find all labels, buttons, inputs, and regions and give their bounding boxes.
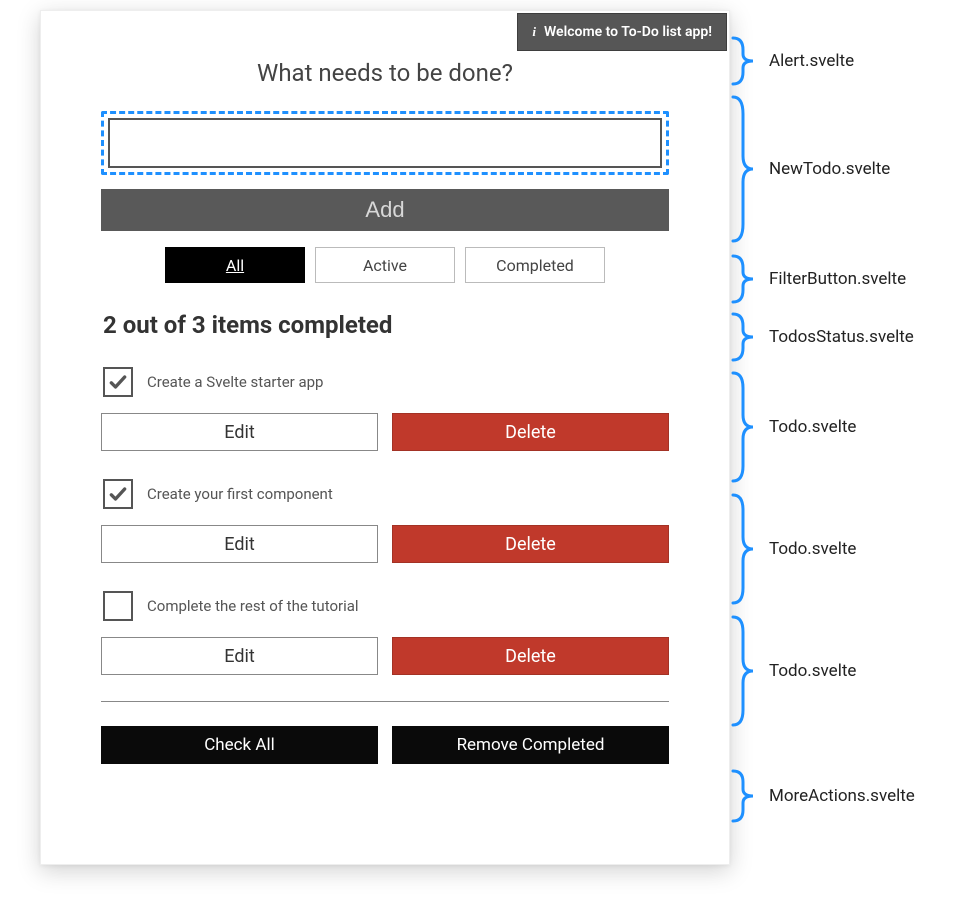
todo-label: Complete the rest of the tutorial xyxy=(147,597,359,615)
annotation-todo: Todo.svelte xyxy=(731,492,856,606)
annotation-newtodo: NewTodo.svelte xyxy=(731,94,890,244)
bracket-icon xyxy=(731,94,763,244)
new-todo-prompt: What needs to be done? xyxy=(101,39,669,87)
filter-active[interactable]: Active xyxy=(315,247,455,283)
bracket-icon xyxy=(731,370,763,484)
remove-completed-button[interactable]: Remove Completed xyxy=(392,726,669,764)
delete-button[interactable]: Delete xyxy=(392,413,669,451)
annotation-label: Alert.svelte xyxy=(769,51,854,71)
annotation-moreactions: MoreActions.svelte xyxy=(731,768,915,824)
edit-button[interactable]: Edit xyxy=(101,637,378,675)
filter-group: All Active Completed xyxy=(101,247,669,283)
new-todo-input[interactable] xyxy=(108,118,662,168)
todos-status: 2 out of 3 items completed xyxy=(101,311,669,339)
annotation-label: Todo.svelte xyxy=(769,417,856,437)
annotation-todo: Todo.svelte xyxy=(731,614,856,728)
check-icon xyxy=(108,372,128,392)
todo-checkbox[interactable] xyxy=(103,479,133,509)
edit-button[interactable]: Edit xyxy=(101,525,378,563)
annotation-label: TodosStatus.svelte xyxy=(769,327,914,347)
todo-checkbox[interactable] xyxy=(103,367,133,397)
annotation-label: Todo.svelte xyxy=(769,661,856,681)
bracket-icon xyxy=(731,312,763,362)
separator xyxy=(101,701,669,702)
info-icon: i xyxy=(532,24,536,40)
annotation-alert: Alert.svelte xyxy=(731,36,854,86)
annotation-filterbutton: FilterButton.svelte xyxy=(731,254,906,304)
check-icon xyxy=(108,484,128,504)
todo-item: Create a Svelte starter app Edit Delete xyxy=(101,367,669,451)
bracket-icon xyxy=(731,614,763,728)
annotation-todo: Todo.svelte xyxy=(731,370,856,484)
add-button[interactable]: Add xyxy=(101,189,669,231)
todo-checkbox[interactable] xyxy=(103,591,133,621)
bracket-icon xyxy=(731,254,763,304)
alert-text: Welcome to To-Do list app! xyxy=(544,24,712,40)
bracket-icon xyxy=(731,36,763,86)
annotation-label: MoreActions.svelte xyxy=(769,786,915,806)
delete-button[interactable]: Delete xyxy=(392,637,669,675)
annotation-label: NewTodo.svelte xyxy=(769,159,890,179)
filter-all[interactable]: All xyxy=(165,247,305,283)
annotation-todosstatus: TodosStatus.svelte xyxy=(731,312,914,362)
todo-item: Complete the rest of the tutorial Edit D… xyxy=(101,591,669,675)
annotation-label: Todo.svelte xyxy=(769,539,856,559)
app-card: i Welcome to To-Do list app! What needs … xyxy=(40,10,730,865)
todo-label: Create your first component xyxy=(147,485,333,503)
bracket-icon xyxy=(731,768,763,824)
check-all-button[interactable]: Check All xyxy=(101,726,378,764)
filter-completed[interactable]: Completed xyxy=(465,247,605,283)
annotation-label: FilterButton.svelte xyxy=(769,269,906,289)
edit-button[interactable]: Edit xyxy=(101,413,378,451)
todo-item: Create your first component Edit Delete xyxy=(101,479,669,563)
more-actions: Check All Remove Completed xyxy=(101,726,669,764)
todo-label: Create a Svelte starter app xyxy=(147,373,323,391)
new-todo-input-wrap xyxy=(101,111,669,175)
delete-button[interactable]: Delete xyxy=(392,525,669,563)
bracket-icon xyxy=(731,492,763,606)
